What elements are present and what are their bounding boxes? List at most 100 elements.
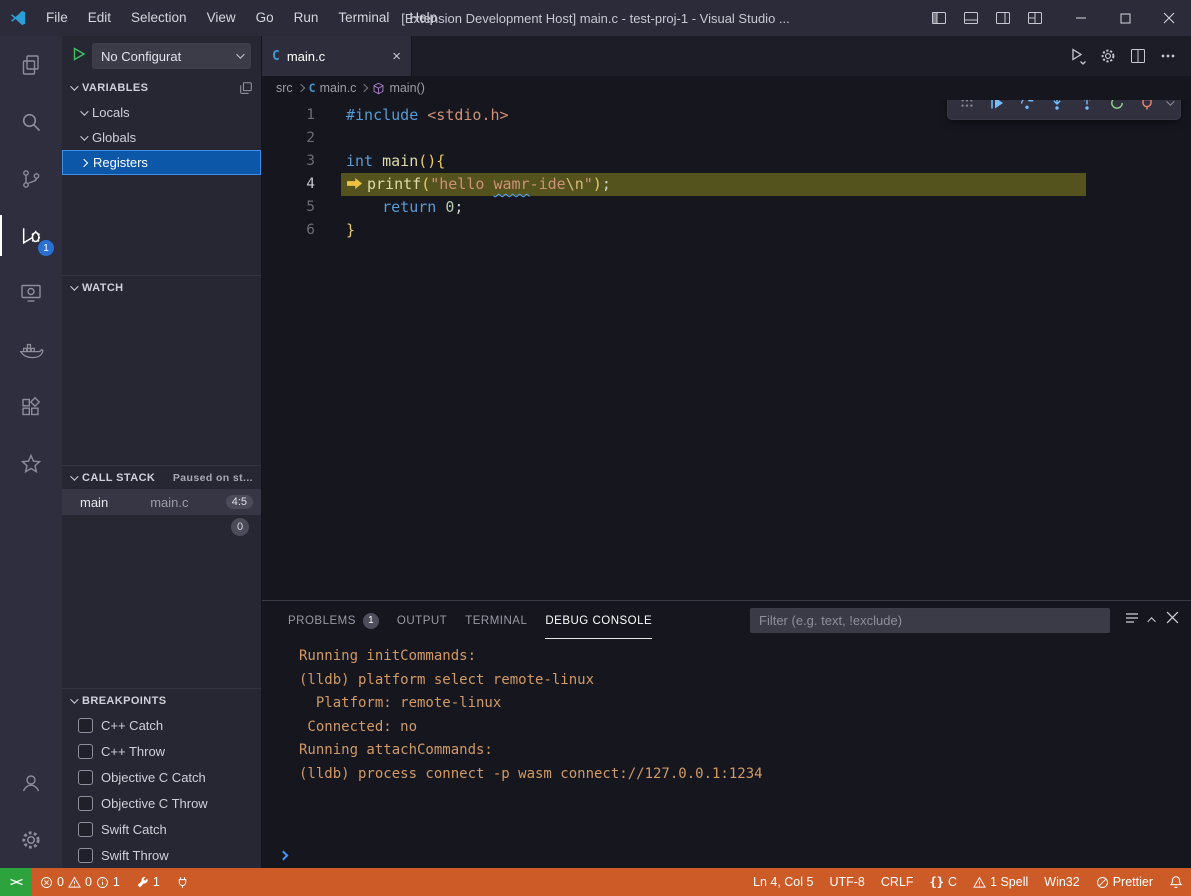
collapse-all-icon[interactable] xyxy=(239,81,253,95)
search-icon[interactable] xyxy=(0,93,62,150)
call-stack-section-header[interactable]: CALL STACK Paused on st... xyxy=(62,465,261,489)
formatter-status[interactable]: Prettier xyxy=(1088,868,1161,896)
breakpoints-section-header[interactable]: BREAKPOINTS xyxy=(62,688,261,712)
c-language-icon: C xyxy=(272,49,280,64)
maximize-panel-icon[interactable] xyxy=(1147,617,1155,625)
remote-explorer-icon[interactable] xyxy=(0,264,62,321)
code-line[interactable]: 3int main(){ xyxy=(262,150,1191,173)
toggle-panel-icon[interactable] xyxy=(957,4,985,32)
star-icon[interactable] xyxy=(0,435,62,492)
run-file-icon[interactable] xyxy=(1065,43,1091,69)
disconnect-icon[interactable] xyxy=(1134,100,1160,116)
restart-icon[interactable] xyxy=(1104,100,1130,116)
toolchain-status[interactable]: 1 xyxy=(128,868,168,896)
close-tab-icon[interactable]: × xyxy=(392,48,401,65)
settings-gear-icon[interactable] xyxy=(0,811,62,868)
toolbar-grip-icon[interactable] xyxy=(954,100,980,116)
breadcrumb[interactable]: src C main.c main() xyxy=(262,76,1191,100)
continue-icon[interactable] xyxy=(984,100,1010,116)
extensions-icon[interactable] xyxy=(0,378,62,435)
problems-status[interactable]: 0 0 1 xyxy=(32,868,128,896)
remote-indicator[interactable]: >< xyxy=(0,868,32,896)
panel-tab-debug-console[interactable]: DEBUG CONSOLE xyxy=(545,601,652,639)
toggle-sidebar-icon[interactable] xyxy=(925,4,953,32)
accounts-icon[interactable] xyxy=(0,754,62,811)
menu-terminal[interactable]: Terminal xyxy=(328,0,399,36)
menu-run[interactable]: Run xyxy=(284,0,329,36)
breakpoint-item[interactable]: C++ Catch xyxy=(62,712,261,738)
code-line[interactable]: 2 xyxy=(262,127,1191,150)
tab-main-c[interactable]: C main.c × xyxy=(262,36,412,76)
docker-icon[interactable] xyxy=(0,321,62,378)
code-editor[interactable]: 1#include <stdio.h>23int main(){4printf(… xyxy=(262,100,1191,600)
panel-tab-terminal[interactable]: TERMINAL xyxy=(465,601,527,639)
run-and-debug-icon[interactable]: 1 xyxy=(0,207,62,264)
panel-tab-output[interactable]: OUTPUT xyxy=(397,601,447,639)
menu-edit[interactable]: Edit xyxy=(78,0,121,36)
explorer-icon[interactable] xyxy=(0,36,62,93)
eol-selector[interactable]: CRLF xyxy=(873,868,922,896)
editor-tab-bar: C main.c × xyxy=(262,36,1191,76)
panel-tab-problems[interactable]: PROBLEMS1 xyxy=(288,601,379,639)
call-stack-frame[interactable]: main main.c 4:5 xyxy=(62,489,261,515)
encoding-selector[interactable]: UTF-8 xyxy=(821,868,872,896)
cursor-position[interactable]: Ln 4, Col 5 xyxy=(745,868,821,896)
notifications-bell-icon[interactable] xyxy=(1161,868,1191,896)
toggle-secondary-sidebar-icon[interactable] xyxy=(989,4,1017,32)
debug-settings-gear-icon[interactable] xyxy=(1095,43,1121,69)
breakpoint-checkbox[interactable] xyxy=(78,744,93,759)
step-out-icon[interactable] xyxy=(1074,100,1100,116)
debug-console-input[interactable] xyxy=(262,842,1191,868)
spell-checker-status[interactable]: 1 Spell xyxy=(965,868,1036,896)
debug-configuration-dropdown[interactable]: No Configurat xyxy=(92,43,251,69)
close-button[interactable] xyxy=(1147,0,1191,36)
sidebar-item-locals[interactable]: Locals xyxy=(62,100,261,125)
maximize-button[interactable] xyxy=(1103,0,1147,36)
start-debug-icon[interactable] xyxy=(72,47,86,66)
minimize-button[interactable] xyxy=(1059,0,1103,36)
chevron-down-icon xyxy=(70,82,78,90)
chevron-down-icon[interactable] xyxy=(1166,100,1174,106)
platform-status[interactable]: Win32 xyxy=(1036,868,1087,896)
debug-console-output[interactable]: Running initCommands:(lldb) platform sel… xyxy=(262,639,1191,842)
filter-input[interactable] xyxy=(750,608,1110,633)
breakpoint-checkbox[interactable] xyxy=(78,718,93,733)
source-control-icon[interactable] xyxy=(0,150,62,207)
breakpoint-checkbox[interactable] xyxy=(78,822,93,837)
sidebar-item-globals[interactable]: Globals xyxy=(62,125,261,150)
breakpoint-checkbox[interactable] xyxy=(78,848,93,863)
sidebar-item-registers[interactable]: Registers xyxy=(62,150,261,175)
code-line[interactable]: 6} xyxy=(262,219,1191,242)
customize-layout-icon[interactable] xyxy=(1021,4,1049,32)
debug-attach-status[interactable] xyxy=(168,868,197,896)
variables-section-header[interactable]: VARIABLES xyxy=(62,76,261,100)
breakpoint-checkbox[interactable] xyxy=(78,770,93,785)
clear-console-icon[interactable] xyxy=(1124,610,1140,631)
line-col-badge: 4:5 xyxy=(226,495,253,509)
breadcrumb-file[interactable]: C main.c xyxy=(309,81,357,95)
more-actions-icon[interactable] xyxy=(1155,43,1181,69)
breakpoint-checkbox[interactable] xyxy=(78,796,93,811)
close-panel-icon[interactable] xyxy=(1166,611,1179,629)
menu-file[interactable]: File xyxy=(36,0,78,36)
breadcrumb-symbol[interactable]: main() xyxy=(372,81,424,95)
breakpoint-item[interactable]: C++ Throw xyxy=(62,738,261,764)
prompt-chevron-icon xyxy=(279,850,289,860)
menu-go[interactable]: Go xyxy=(246,0,284,36)
breakpoint-item[interactable]: Swift Throw xyxy=(62,842,261,868)
breakpoint-item[interactable]: Objective C Throw xyxy=(62,790,261,816)
code-line[interactable]: 4printf("hello wamr-ide\n"); xyxy=(262,173,1191,196)
breakpoint-item[interactable]: Objective C Catch xyxy=(62,764,261,790)
language-mode[interactable]: {} C xyxy=(922,868,965,896)
code-line[interactable]: 5 return 0; xyxy=(262,196,1191,219)
breakpoint-item[interactable]: Swift Catch xyxy=(62,816,261,842)
step-over-icon[interactable] xyxy=(1014,100,1040,116)
breadcrumb-folder[interactable]: src xyxy=(276,81,293,95)
menu-selection[interactable]: Selection xyxy=(121,0,197,36)
warning-icon xyxy=(973,876,986,889)
debug-sidebar: No Configurat VARIABLES Locals Globals xyxy=(62,36,262,868)
watch-section-header[interactable]: WATCH xyxy=(62,275,261,299)
split-editor-icon[interactable] xyxy=(1125,43,1151,69)
menu-view[interactable]: View xyxy=(197,0,246,36)
step-into-icon[interactable] xyxy=(1044,100,1070,116)
